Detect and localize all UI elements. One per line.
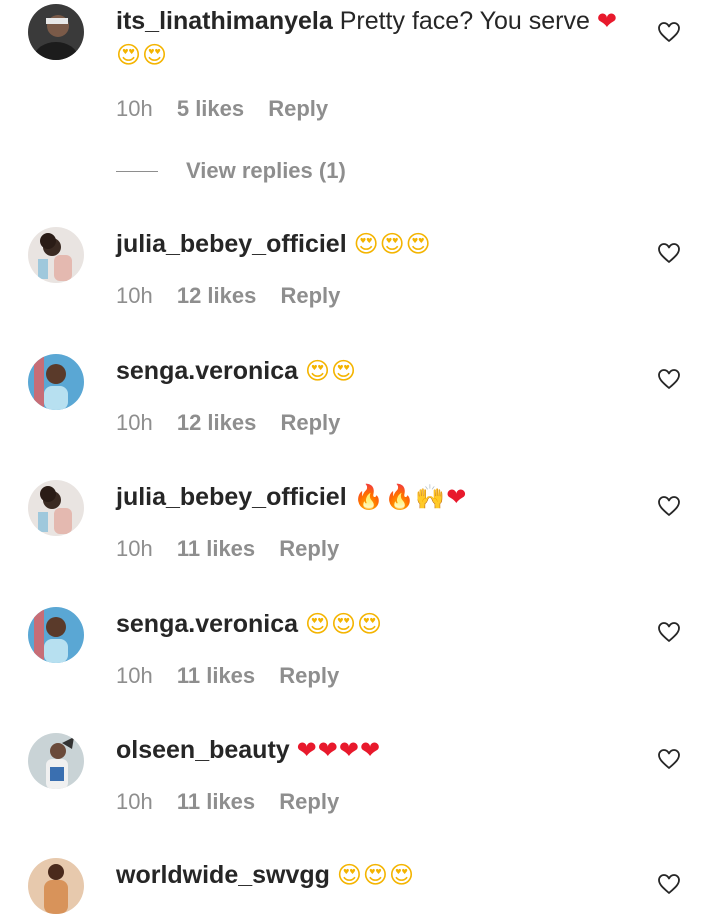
heart-eyes-emoji: 😍 — [362, 861, 389, 889]
likes-count[interactable]: 11 likes — [177, 536, 255, 561]
red-heart-emoji: ❤ — [359, 736, 382, 764]
comment-meta: 10h 11 likes Reply — [116, 536, 357, 562]
red-heart-emoji: ❤ — [317, 736, 339, 764]
username-link[interactable]: julia_bebey_officiel — [116, 483, 347, 511]
comment-meta: 10h 11 likes Reply — [116, 789, 357, 815]
comment-meta: 10h 5 likes Reply — [116, 96, 346, 122]
timestamp: 10h — [116, 663, 153, 688]
view-replies-label[interactable]: View replies (1) — [186, 155, 346, 187]
timestamp: 10h — [116, 283, 153, 308]
timestamp: 10h — [116, 789, 153, 814]
reply-button[interactable]: Reply — [268, 96, 328, 121]
username-link[interactable]: olseen_beauty — [116, 736, 290, 764]
comment-emojis: 😍😍 — [305, 357, 357, 385]
comment-body: julia_bebey_officiel 🔥🔥🙌❤ — [116, 480, 636, 514]
fire-emoji: 🔥 — [353, 483, 385, 511]
timestamp: 10h — [116, 536, 153, 561]
comment-body: senga.veronica 😍😍 — [116, 354, 636, 388]
like-heart-icon[interactable] — [657, 367, 681, 391]
red-heart-emoji: ❤ — [446, 483, 468, 511]
comment-meta: 10h 12 likes Reply — [116, 410, 358, 436]
avatar[interactable] — [28, 4, 84, 60]
timestamp: 10h — [116, 96, 153, 121]
username-link[interactable]: senga.veronica — [116, 357, 298, 385]
avatar[interactable] — [28, 733, 84, 789]
heart-eyes-emoji: 😍 — [116, 41, 143, 69]
comment-body: its_linathimanyela Pretty face? You serv… — [116, 4, 636, 72]
avatar[interactable] — [28, 858, 84, 914]
likes-count[interactable]: 12 likes — [177, 283, 257, 308]
comment-meta: 10h 11 likes Reply — [116, 663, 357, 689]
red-heart-emoji: ❤ — [338, 736, 360, 764]
heart-eyes-emoji: 😍 — [304, 610, 332, 638]
like-heart-icon[interactable] — [657, 20, 681, 44]
username-link[interactable]: worldwide_swvgg — [116, 861, 330, 889]
comment-body: senga.veronica 😍😍😍 — [116, 607, 636, 641]
comment-meta: 10h 12 likes Reply — [116, 283, 358, 309]
heart-eyes-emoji: 😍 — [331, 610, 358, 638]
heart-eyes-emoji: 😍 — [331, 357, 358, 385]
timestamp: 10h — [116, 410, 153, 435]
avatar[interactable] — [28, 354, 84, 410]
comment-emojis: ❤❤❤❤ — [297, 736, 381, 764]
like-heart-icon[interactable] — [657, 494, 681, 518]
red-heart-emoji: ❤ — [596, 7, 618, 35]
heart-eyes-emoji: 😍 — [388, 861, 415, 889]
comment-body: julia_bebey_officiel 😍😍😍 — [116, 227, 636, 261]
avatar[interactable] — [28, 480, 84, 536]
likes-count[interactable]: 11 likes — [177, 789, 255, 814]
username-link[interactable]: julia_bebey_officiel — [116, 230, 347, 258]
heart-eyes-emoji: 😍 — [357, 610, 384, 638]
heart-eyes-emoji: 😍 — [336, 861, 363, 889]
likes-count[interactable]: 11 likes — [177, 663, 255, 688]
heart-eyes-emoji: 😍 — [142, 41, 169, 69]
like-heart-icon[interactable] — [657, 620, 681, 644]
heart-eyes-emoji: 😍 — [379, 230, 406, 258]
like-heart-icon[interactable] — [657, 747, 681, 771]
reply-button[interactable]: Reply — [280, 283, 340, 308]
heart-eyes-emoji: 😍 — [353, 230, 380, 258]
comment-emojis: 😍😍😍 — [337, 861, 415, 889]
red-heart-emoji: ❤ — [296, 736, 318, 764]
comment-body: olseen_beauty ❤❤❤❤ — [116, 733, 636, 767]
fire-emoji: 🔥 — [384, 483, 416, 511]
comment-text: Pretty face? You serve — [339, 7, 590, 35]
likes-count[interactable]: 5 likes — [177, 96, 244, 121]
reply-button[interactable]: Reply — [279, 789, 339, 814]
like-heart-icon[interactable] — [657, 241, 681, 265]
reply-button[interactable]: Reply — [279, 536, 339, 561]
likes-count[interactable]: 12 likes — [177, 410, 257, 435]
avatar[interactable] — [28, 227, 84, 283]
raised-hands-emoji: 🙌 — [415, 483, 447, 511]
comment-emojis: 😍😍😍 — [305, 610, 383, 638]
comment-emojis: 😍😍😍 — [354, 230, 432, 258]
username-link[interactable]: its_linathimanyela — [116, 7, 333, 35]
reply-button[interactable]: Reply — [280, 410, 340, 435]
divider — [116, 171, 158, 172]
reply-button[interactable]: Reply — [279, 663, 339, 688]
heart-eyes-emoji: 😍 — [405, 230, 432, 258]
heart-eyes-emoji: 😍 — [304, 357, 332, 385]
avatar[interactable] — [28, 607, 84, 663]
like-heart-icon[interactable] — [657, 872, 681, 896]
comment-emojis: 🔥🔥🙌❤ — [354, 483, 468, 511]
comment-body: worldwide_swvgg 😍😍😍 — [116, 858, 636, 892]
username-link[interactable]: senga.veronica — [116, 610, 298, 638]
